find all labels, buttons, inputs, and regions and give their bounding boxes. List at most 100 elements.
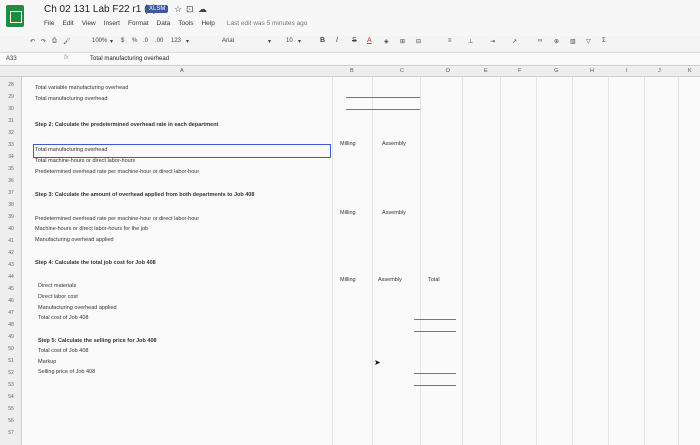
column-header-g[interactable]: G — [554, 68, 558, 74]
row-header[interactable]: 54 — [2, 394, 20, 400]
font-select[interactable]: Arial — [222, 38, 234, 44]
row-header[interactable]: 52 — [2, 370, 20, 376]
row-header[interactable]: 43 — [2, 262, 20, 268]
insert-chart-icon[interactable]: ▥ — [570, 38, 576, 45]
font-size-select[interactable]: 10 — [286, 38, 293, 44]
row-header[interactable]: 57 — [2, 430, 20, 436]
increase-decimal-button[interactable]: .00 — [155, 38, 163, 44]
row-header[interactable]: 45 — [2, 286, 20, 292]
cell-a35[interactable]: Predetermined overhead rate per machine-… — [35, 169, 199, 175]
text-color-button[interactable]: A — [367, 37, 372, 44]
row-header[interactable]: 29 — [2, 94, 20, 100]
row-header[interactable]: 55 — [2, 406, 20, 412]
row-header[interactable]: 56 — [2, 418, 20, 424]
cell-a33[interactable]: Total manufacturing overhead — [35, 147, 107, 153]
name-box[interactable]: A33 — [6, 56, 17, 62]
move-folder-icon[interactable]: ⊡ — [186, 4, 194, 15]
cell-a40[interactable]: Machine-hours or direct labor-hours for … — [35, 226, 148, 232]
column-header-f[interactable]: F — [518, 68, 521, 74]
redo-icon[interactable]: ↷ — [41, 38, 46, 45]
row-header[interactable]: 35 — [2, 166, 20, 172]
column-header-i[interactable]: I — [626, 68, 628, 74]
filter-icon[interactable]: ▽ — [586, 38, 591, 45]
cell-step3[interactable]: Step 3: Calculate the amount of overhead… — [35, 192, 254, 198]
column-header-k[interactable]: K — [688, 68, 692, 74]
merge-cells-icon[interactable]: ⊟ — [416, 38, 421, 45]
col-milling[interactable]: Milling — [340, 141, 356, 147]
row-header[interactable]: 53 — [2, 382, 20, 388]
cell-a34[interactable]: Total machine-hours or direct labor-hour… — [35, 158, 135, 164]
col-milling[interactable]: Milling — [340, 277, 356, 283]
row-header[interactable]: 40 — [2, 226, 20, 232]
col-milling[interactable]: Milling — [340, 210, 356, 216]
cell-step2[interactable]: Step 2: Calculate the predetermined over… — [35, 122, 218, 128]
menu-format[interactable]: Format — [128, 20, 149, 27]
sheets-logo-icon[interactable] — [6, 5, 24, 27]
cell-a46[interactable]: Direct labor cost — [38, 294, 78, 300]
column-header-c[interactable]: C — [400, 68, 404, 74]
borders-icon[interactable]: ⊞ — [400, 38, 405, 45]
menu-tools[interactable]: Tools — [178, 20, 193, 27]
row-header[interactable]: 33 — [2, 142, 20, 148]
italic-button[interactable]: I — [336, 37, 338, 44]
cell-a41[interactable]: Manufacturing overhead applied — [35, 237, 114, 243]
text-rotate-icon[interactable]: ↗ — [512, 38, 517, 45]
col-assembly[interactable]: Assembly — [378, 277, 402, 283]
col-assembly[interactable]: Assembly — [382, 210, 406, 216]
zoom-select[interactable]: 100% — [92, 38, 107, 44]
menu-file[interactable]: File — [44, 20, 54, 27]
vertical-align-icon[interactable]: ⊥ — [468, 38, 473, 45]
strikethrough-button[interactable]: S — [352, 37, 357, 44]
row-header[interactable]: 44 — [2, 274, 20, 280]
menu-view[interactable]: View — [82, 20, 96, 27]
menu-insert[interactable]: Insert — [104, 20, 120, 27]
number-format-button[interactable]: 123 — [171, 38, 181, 44]
insert-link-icon[interactable]: ∞ — [538, 38, 542, 44]
cell-a29[interactable]: Total manufacturing overhead — [35, 96, 107, 102]
row-header[interactable]: 50 — [2, 346, 20, 352]
horizontal-align-icon[interactable]: ≡ — [448, 38, 452, 44]
cell-a47[interactable]: Manufacturing overhead applied — [38, 305, 117, 311]
cell-a53[interactable]: Selling price of Job 408 — [38, 369, 95, 375]
row-header[interactable]: 48 — [2, 322, 20, 328]
row-header[interactable]: 49 — [2, 334, 20, 340]
functions-icon[interactable]: Σ — [602, 38, 606, 44]
row-header[interactable]: 34 — [2, 154, 20, 160]
decrease-decimal-button[interactable]: .0 — [143, 38, 148, 44]
column-header-d[interactable]: D — [446, 68, 450, 74]
row-header[interactable]: 30 — [2, 106, 20, 112]
cell-step4[interactable]: Step 4: Calculate the total job cost for… — [35, 260, 156, 266]
cell-step5[interactable]: Step 5: Calculate the selling price for … — [38, 338, 157, 344]
column-header-a[interactable]: A — [180, 68, 184, 74]
cell-a48[interactable]: Total cost of Job 408 — [38, 315, 88, 321]
row-header[interactable]: 41 — [2, 238, 20, 244]
document-title[interactable]: Ch 02 131 Lab F22 r1 (1) — [44, 4, 156, 15]
insert-comment-icon[interactable]: ⊕ — [554, 38, 559, 45]
row-header[interactable]: 47 — [2, 310, 20, 316]
cell-a51[interactable]: Total cost of Job 408 — [38, 348, 88, 354]
formula-input[interactable]: Total manufacturing overhead — [90, 56, 169, 62]
currency-button[interactable]: $ — [121, 38, 124, 44]
bold-button[interactable]: B — [320, 37, 325, 44]
row-header[interactable]: 39 — [2, 214, 20, 220]
last-edit-link[interactable]: Last edit was 5 minutes ago — [227, 20, 308, 27]
paint-format-icon[interactable]: 🖌 — [63, 38, 71, 45]
menu-help[interactable]: Help — [201, 20, 214, 27]
row-header[interactable]: 28 — [2, 82, 20, 88]
row-header[interactable]: 46 — [2, 298, 20, 304]
text-wrap-icon[interactable]: ⇥ — [490, 38, 495, 45]
row-header[interactable]: 32 — [2, 130, 20, 136]
column-header-h[interactable]: H — [590, 68, 594, 74]
percent-button[interactable]: % — [132, 38, 137, 44]
star-icon[interactable]: ☆ — [174, 4, 182, 15]
cloud-status-icon[interactable]: ☁ — [198, 4, 207, 15]
column-header-e[interactable]: E — [484, 68, 488, 74]
column-header-b[interactable]: B — [350, 68, 354, 74]
col-assembly[interactable]: Assembly — [382, 141, 406, 147]
print-icon[interactable]: ⎙ — [52, 38, 57, 45]
col-total[interactable]: Total — [428, 277, 440, 283]
row-header[interactable]: 36 — [2, 178, 20, 184]
row-header[interactable]: 38 — [2, 202, 20, 208]
row-header[interactable]: 37 — [2, 190, 20, 196]
fill-color-icon[interactable]: ◈ — [384, 38, 389, 45]
